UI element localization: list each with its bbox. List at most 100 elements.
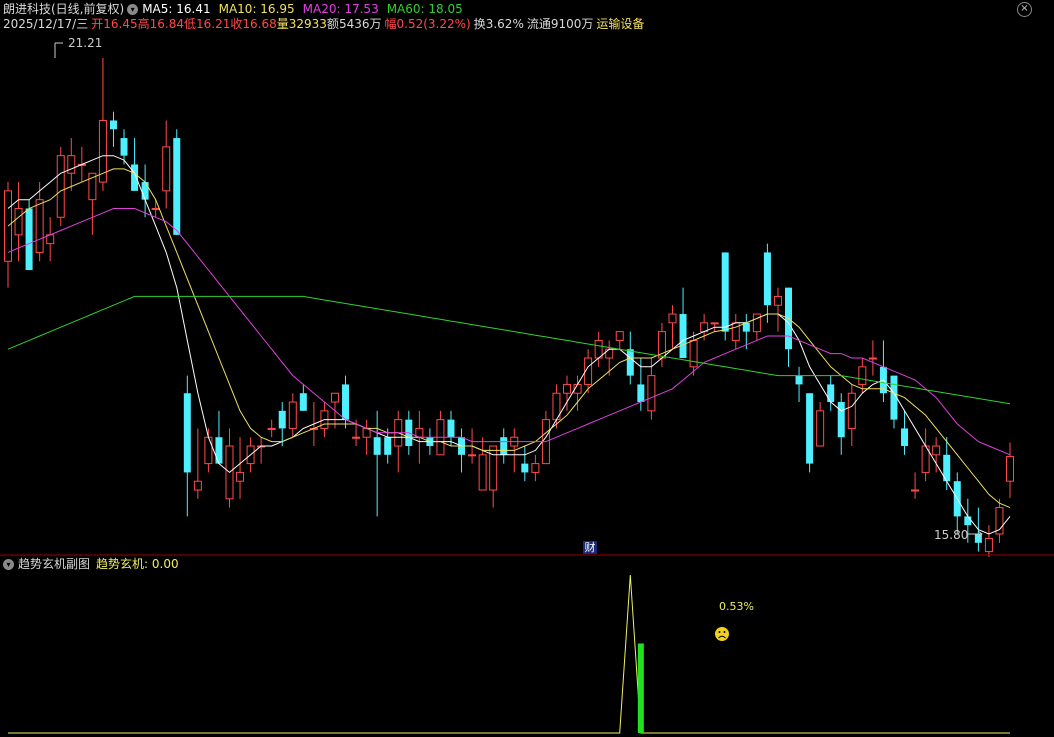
candle-body[interactable] [25, 208, 33, 271]
open-value: 16.45 [103, 17, 138, 31]
candle-body[interactable] [795, 375, 803, 385]
candle-body[interactable] [278, 410, 286, 429]
indicator-name: 趋势玄机 [96, 557, 145, 571]
candle-body[interactable] [162, 146, 171, 192]
candle-body[interactable] [35, 199, 44, 253]
candle-body[interactable] [267, 427, 276, 430]
high-value: 16.84 [149, 17, 184, 31]
low-value: 16.21 [195, 17, 231, 31]
candle-body[interactable] [352, 436, 361, 439]
ma5-line [7, 155, 1011, 535]
candle-body[interactable] [901, 428, 909, 447]
industry-link[interactable]: 运输设备 [596, 16, 644, 32]
candle-body[interactable] [615, 331, 624, 341]
candle-body[interactable] [827, 384, 835, 403]
candle-body[interactable] [731, 322, 740, 341]
candle-body[interactable] [384, 437, 392, 455]
candle-body[interactable] [816, 410, 825, 447]
indicator-settings-icon[interactable]: ▾ [3, 558, 14, 570]
candle-body[interactable] [521, 463, 529, 473]
candle-body[interactable] [647, 375, 656, 412]
chg-label: 幅 [384, 17, 397, 31]
candle-body[interactable] [773, 295, 782, 306]
low-marker-label: 15.80 [934, 528, 969, 542]
candle-body[interactable] [193, 480, 202, 491]
sub-title: 趋势玄机副图 [18, 557, 91, 571]
high-marker-label: 21.21 [68, 36, 103, 50]
candle-body[interactable] [204, 436, 213, 465]
candle-body[interactable] [837, 402, 845, 438]
candle-body[interactable] [299, 393, 307, 411]
indicator-chart[interactable] [0, 557, 1054, 737]
candles-group [4, 58, 1014, 557]
candle-body[interactable] [56, 155, 65, 218]
candle-body[interactable] [342, 384, 350, 420]
candle-body[interactable] [500, 437, 508, 455]
candle-body[interactable] [1006, 456, 1014, 482]
candle-body[interactable] [721, 252, 729, 332]
candle-body[interactable] [373, 437, 381, 455]
candle-body[interactable] [183, 393, 191, 473]
candle-body[interactable] [847, 392, 856, 429]
candle-body[interactable] [531, 463, 540, 473]
date-value: 2025/12/17/三 [3, 17, 89, 31]
candle-body[interactable] [984, 537, 993, 553]
candle-body[interactable] [236, 471, 245, 482]
candle-body[interactable] [605, 348, 614, 359]
candle-body[interactable] [447, 419, 455, 438]
close-value: 16.68 [242, 17, 277, 31]
float-value: 9100万 [550, 17, 594, 31]
peak-label: 0.53% [719, 600, 754, 613]
sub-header: ▾ 趋势玄机副图 趋势玄机 : 0.00 [3, 556, 179, 572]
candle-body[interactable] [173, 138, 181, 235]
candle-body[interactable] [964, 516, 972, 526]
candle-body[interactable] [868, 357, 877, 360]
vol-label: 量 [276, 17, 289, 31]
price-chart[interactable] [0, 0, 1054, 557]
candle-body[interactable] [131, 164, 139, 191]
candle-body[interactable] [67, 155, 76, 174]
candle-body[interactable] [489, 445, 498, 491]
candle-body[interactable] [563, 383, 572, 394]
stock-name: 朗进科技(日线,前复权) [3, 2, 125, 16]
candle-body[interactable] [858, 366, 867, 385]
ma5-value: MA5: 16.41 [142, 2, 211, 16]
turnover-label: 换 [473, 17, 486, 31]
finance-badge[interactable]: 财 [583, 541, 597, 554]
quote-line: 2025/12/17/三 开 16.45 高 16.84 低 16.21 收 1… [3, 16, 644, 32]
ma60-value: MA60: 18.05 [386, 2, 463, 16]
candle-body[interactable] [141, 182, 149, 200]
candle-body[interactable] [689, 339, 698, 368]
candle-body[interactable] [151, 207, 160, 210]
turnover-value: 3.62% [485, 17, 524, 31]
candle-body[interactable] [14, 207, 23, 236]
candle-body[interactable] [215, 437, 223, 464]
candle-body[interactable] [806, 393, 814, 464]
candle-body[interactable] [637, 384, 645, 403]
candle-body[interactable] [626, 349, 634, 376]
indicator-line [8, 574, 1010, 734]
candle-body[interactable] [679, 314, 687, 359]
candle-body[interactable] [668, 313, 677, 324]
candle-body[interactable] [478, 454, 487, 491]
ma10-value: MA10: 16.95 [218, 2, 295, 16]
float-label: 流通 [526, 17, 551, 31]
high-label: 高 [137, 17, 150, 31]
candle-body[interactable] [288, 401, 297, 429]
close-icon[interactable]: × [1017, 2, 1032, 17]
candle-body[interactable] [109, 120, 117, 130]
candle-body[interactable] [932, 445, 941, 456]
candle-body[interactable] [120, 138, 128, 156]
main-header: 朗进科技(日线,前复权) ▾ MA5: 16.41 MA10: 16.95 MA… [3, 1, 463, 17]
ma10-line [7, 168, 1011, 509]
candle-body[interactable] [911, 489, 920, 492]
ma-lines-group [7, 155, 1011, 535]
ma20-line [7, 208, 1011, 456]
candle-body[interactable] [330, 392, 339, 403]
ma-settings-icon[interactable]: ▾ [127, 3, 139, 15]
candle-body[interactable] [468, 454, 477, 457]
ma20-value: MA20: 17.53 [302, 2, 379, 16]
candle-body[interactable] [752, 313, 761, 333]
candle-body[interactable] [763, 252, 771, 306]
candle-body[interactable] [710, 322, 719, 325]
